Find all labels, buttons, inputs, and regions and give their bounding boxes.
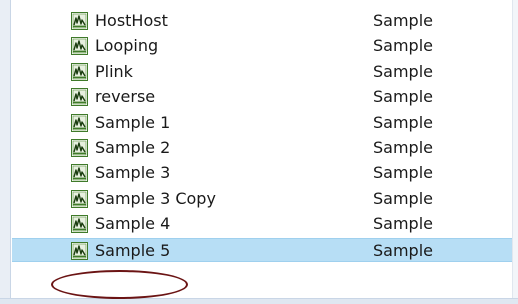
item-name: Sample 3 Copy <box>95 189 216 208</box>
item-name: Plink <box>95 62 133 81</box>
item-type: Sample <box>373 11 433 30</box>
audio-file-icon <box>71 190 88 208</box>
list-item[interactable]: Plink Sample <box>12 60 512 84</box>
item-name: Sample 5 <box>95 241 171 260</box>
audio-file-icon <box>71 88 88 106</box>
item-type: Sample <box>373 214 433 233</box>
item-type: Sample <box>373 241 433 260</box>
item-type: Sample <box>373 113 433 132</box>
item-type: Sample <box>373 163 433 182</box>
list-item[interactable]: Sample 4 Sample <box>12 212 512 236</box>
item-name: Sample 1 <box>95 113 171 132</box>
item-name: Sample 2 <box>95 138 171 157</box>
audio-file-icon <box>71 37 88 55</box>
list-item[interactable]: reverse Sample <box>12 85 512 109</box>
list-item[interactable]: Sample 5 Sample <box>12 238 512 262</box>
audio-file-icon <box>71 114 88 132</box>
panel-left-border <box>0 0 11 304</box>
audio-file-icon <box>71 63 88 81</box>
item-type: Sample <box>373 36 433 55</box>
item-type: Sample <box>373 138 433 157</box>
item-name: Sample 4 <box>95 214 171 233</box>
audio-file-icon <box>71 215 88 233</box>
item-name: Sample 3 <box>95 163 171 182</box>
item-type: Sample <box>373 62 433 81</box>
item-name: HostHost <box>95 11 168 30</box>
panel-bottom-border <box>0 298 518 304</box>
panel-right-border <box>512 0 518 304</box>
list-item[interactable]: HostHost Sample <box>12 9 512 33</box>
list-item[interactable]: Sample 3 Sample <box>12 161 512 185</box>
audio-file-icon <box>71 242 88 260</box>
item-name: Looping <box>95 36 159 55</box>
audio-file-icon <box>71 12 88 30</box>
list-item[interactable]: Looping Sample <box>12 34 512 58</box>
list-item[interactable]: Sample 1 Sample <box>12 111 512 135</box>
item-name: reverse <box>95 87 156 106</box>
list-item[interactable]: Sample 2 Sample <box>12 136 512 160</box>
audio-file-icon <box>71 139 88 157</box>
item-type: Sample <box>373 189 433 208</box>
list-item[interactable]: Sample 3 Copy Sample <box>12 187 512 211</box>
file-list: HostHost Sample Looping Sample Plink Sample re… <box>12 0 512 298</box>
item-type: Sample <box>373 87 433 106</box>
audio-file-icon <box>71 164 88 182</box>
